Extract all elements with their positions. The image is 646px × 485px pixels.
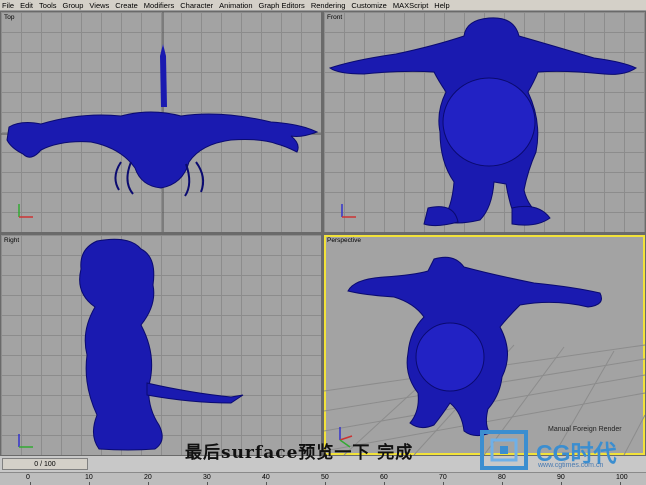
menu-item-graph-editors[interactable]: Graph Editors [259, 0, 305, 11]
timeline-tick-label: 100 [616, 474, 628, 481]
axis-gizmo-icon [18, 204, 33, 218]
menu-item-edit[interactable]: Edit [20, 0, 33, 11]
menu-item-file[interactable]: File [2, 0, 14, 11]
menu-bar: File Edit Tools Group Views Create Modifiers Ch… [0, 0, 646, 11]
menu-item-modifiers[interactable]: Modifiers [144, 0, 174, 11]
menu-item-views[interactable]: Views [89, 0, 109, 11]
viewport-perspective[interactable]: Perspective [324, 235, 645, 455]
timeline-tick-label: 70 [439, 474, 447, 481]
timeline-tick-label: 50 [321, 474, 329, 481]
front-view-model [328, 17, 637, 227]
axis-gizmo-icon [341, 204, 356, 218]
menu-item-help[interactable]: Help [434, 0, 449, 11]
caption-text: 最后surface预览一下 完成 [185, 443, 414, 463]
timeline-tick-label: 60 [380, 474, 388, 481]
viewport-label-front[interactable]: Front [327, 14, 342, 21]
viewport-top[interactable]: Top [1, 12, 321, 232]
viewport-label-perspective[interactable]: Perspective [327, 237, 361, 244]
menu-item-character[interactable]: Character [180, 0, 213, 11]
viewport-front[interactable]: Front [324, 12, 645, 232]
cg-logo: CG时代 www.cgtimes.com.cn [478, 428, 638, 474]
menu-item-tools[interactable]: Tools [39, 0, 57, 11]
time-slider[interactable]: 0 / 100 [2, 458, 88, 470]
viewport-label-top[interactable]: Top [4, 14, 14, 21]
menu-item-customize[interactable]: Customize [351, 0, 386, 11]
timeline-tick-label: 0 [26, 474, 30, 481]
perspective-view-model [324, 256, 645, 455]
timeline-tick-label: 10 [85, 474, 93, 481]
timeline-tick-label: 90 [557, 474, 565, 481]
timeline-tick-label: 30 [203, 474, 211, 481]
menu-item-group[interactable]: Group [63, 0, 84, 11]
cg-logo-icon [480, 430, 528, 470]
axis-gizmo-icon [18, 434, 33, 448]
timeline-tick-label: 40 [262, 474, 270, 481]
viewport-label-right[interactable]: Right [4, 237, 19, 244]
top-view-model [1, 12, 321, 232]
logo-url: www.cgtimes.com.cn [538, 462, 604, 469]
menu-item-maxscript[interactable]: MAXScript [393, 0, 428, 11]
viewport-right[interactable]: Right [1, 235, 321, 455]
menu-item-rendering[interactable]: Rendering [311, 0, 346, 11]
menu-item-animation[interactable]: Animation [219, 0, 252, 11]
timeline-tick-label: 20 [144, 474, 152, 481]
right-view-model [18, 238, 244, 451]
timeline-tick-label: 80 [498, 474, 506, 481]
menu-item-create[interactable]: Create [115, 0, 138, 11]
viewport-area: Top Front Right Perspective [0, 11, 646, 456]
